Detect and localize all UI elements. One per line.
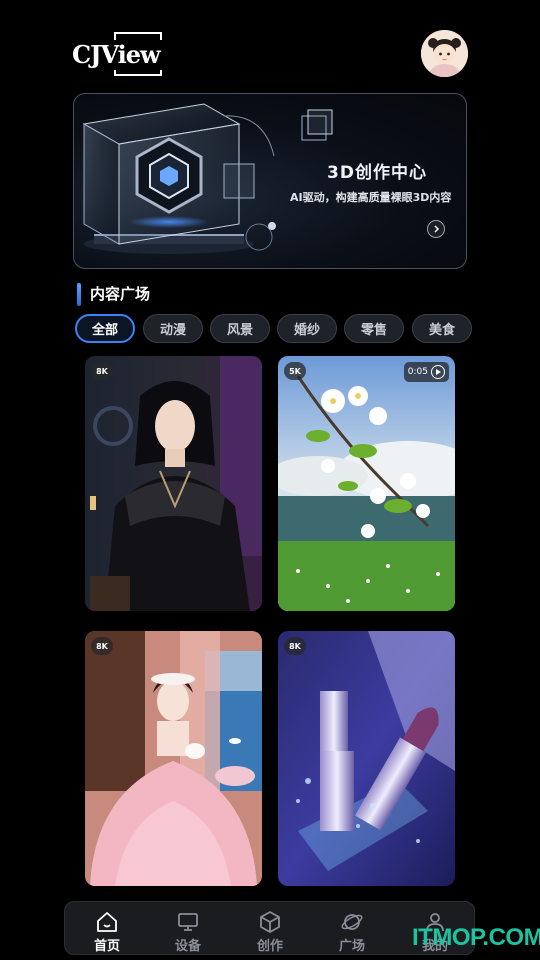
logo-text: CJView <box>72 40 162 70</box>
banner-subtitle: AI驱动，构建高质量裸眼3D内容 <box>290 191 452 204</box>
resolution-badge: 8K <box>284 637 306 655</box>
banner-title: 3D创作中心 <box>327 163 427 183</box>
resolution-badge: 5K <box>284 362 306 380</box>
planet-icon <box>341 914 363 930</box>
tab-plaza[interactable]: 广场 <box>322 902 382 956</box>
chip-wedding[interactable]: 婚纱 <box>277 314 337 343</box>
tab-label: 首页 <box>93 939 120 954</box>
content-card[interactable]: 8K <box>278 631 455 886</box>
chevron-right-icon[interactable] <box>427 220 445 238</box>
chip-anime[interactable]: 动漫 <box>143 314 203 343</box>
resolution-badge: 8K <box>91 362 113 380</box>
tab-home[interactable]: 首页 <box>77 902 137 956</box>
card-image <box>85 631 262 886</box>
tab-create[interactable]: 创作 <box>240 902 300 956</box>
promo-banner[interactable]: 3D创作中心 AI驱动，构建高质量裸眼3D内容 <box>73 93 467 269</box>
chip-retail[interactable]: 零售 <box>344 314 404 343</box>
tab-devices[interactable]: 设备 <box>158 902 218 956</box>
cube-icon <box>260 911 280 933</box>
tab-label: 广场 <box>338 939 365 954</box>
chip-all[interactable]: 全部 <box>75 314 135 343</box>
site-watermark: ITMOP.COM <box>412 924 540 951</box>
video-duration: 0:05 <box>403 362 449 382</box>
tab-label: 创作 <box>256 939 283 954</box>
card-image <box>278 356 455 611</box>
chip-food[interactable]: 美食 <box>412 314 472 343</box>
app-logo: CJView <box>72 32 162 78</box>
content-card[interactable]: 5K 0:05 <box>278 356 455 611</box>
tab-label: 设备 <box>174 939 201 954</box>
play-icon[interactable] <box>431 365 445 379</box>
section-accent-bar <box>77 283 81 306</box>
resolution-badge: 8K <box>91 637 113 655</box>
card-image <box>278 631 455 886</box>
section-title: 内容广场 <box>90 285 151 303</box>
monitor-icon <box>178 913 198 931</box>
content-card[interactable]: 8K <box>85 356 262 611</box>
duration-text: 0:05 <box>407 367 428 377</box>
card-image <box>85 356 262 611</box>
chip-scenery[interactable]: 风景 <box>210 314 270 343</box>
home-icon <box>97 912 117 932</box>
content-card[interactable]: 8K <box>85 631 262 886</box>
avatar[interactable] <box>421 30 468 77</box>
